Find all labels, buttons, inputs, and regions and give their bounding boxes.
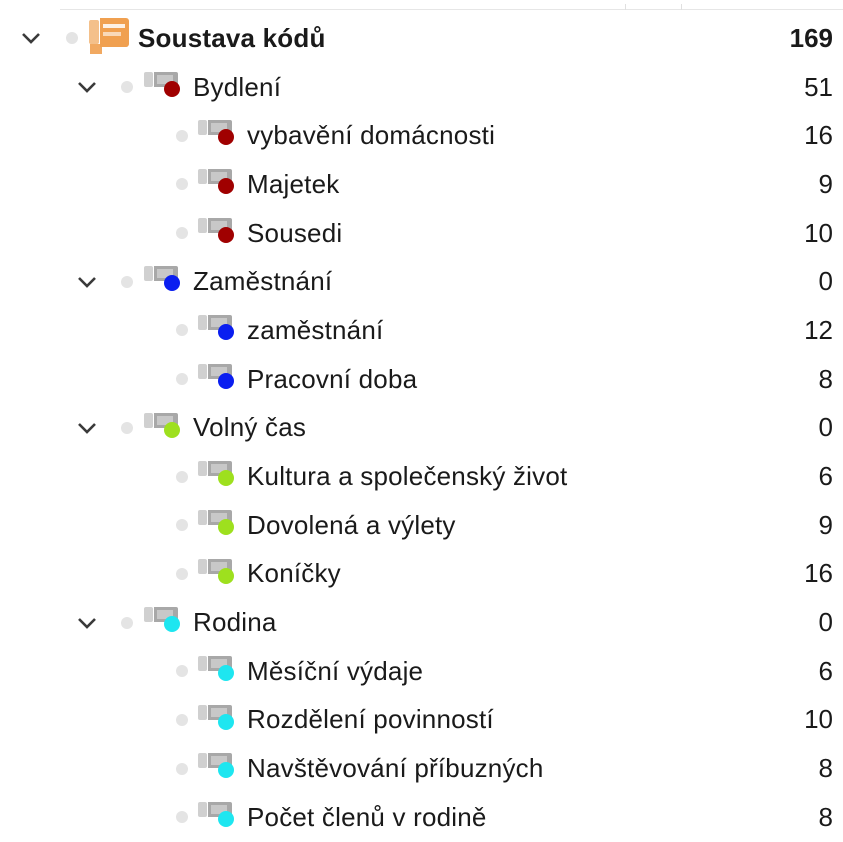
code-count: 9: [818, 168, 833, 199]
code-count: 8: [818, 363, 833, 394]
code-count: 12: [804, 314, 833, 345]
activation-dot-icon[interactable]: [176, 129, 188, 142]
code-tag-icon: [196, 702, 234, 730]
code-count: 0: [818, 266, 833, 297]
tree-item-subcode[interactable]: vybavění domácnosti 16: [0, 111, 843, 160]
code-tree: Soustava kódů 169 Bydlení 51 vybavění domácn…: [0, 14, 843, 842]
code-count: 8: [818, 801, 833, 832]
activation-dot-icon[interactable]: [176, 470, 188, 483]
column-divider: [681, 4, 682, 10]
code-count: 0: [818, 607, 833, 638]
code-tag-icon: [196, 750, 234, 779]
subcode-label: vybavění domácnosti: [247, 120, 496, 151]
chevron-down-icon[interactable]: [20, 27, 42, 49]
chevron-down-icon[interactable]: [76, 417, 98, 439]
activation-dot-icon[interactable]: [121, 275, 133, 288]
tree-item-subcode[interactable]: Majetek 9: [0, 160, 843, 209]
chevron-down-icon[interactable]: [76, 612, 98, 634]
subcode-label: Pracovní doba: [247, 363, 418, 394]
code-tag-icon: [142, 410, 180, 438]
tree-item-subcode[interactable]: zaměstnání 12: [0, 306, 843, 355]
code-count: 10: [804, 704, 833, 735]
header-divider: [60, 4, 843, 10]
subcode-label: Měsíční výdaje: [247, 655, 424, 686]
tree-item-subcode[interactable]: Měsíční výdaje 6: [0, 647, 843, 696]
code-label: Volný čas: [193, 412, 307, 443]
subcode-label: Majetek: [247, 168, 340, 199]
code-tag-icon: [196, 653, 234, 681]
activation-dot-icon[interactable]: [176, 373, 188, 386]
activation-dot-icon[interactable]: [66, 32, 78, 45]
code-count: 16: [804, 558, 833, 589]
code-system-label: Soustava kódů: [138, 22, 326, 53]
activation-dot-icon[interactable]: [176, 324, 188, 337]
code-count: 10: [804, 217, 833, 248]
code-count: 6: [818, 655, 833, 686]
subcode-label: Rozdělení povinností: [247, 704, 494, 735]
subcode-label: zaměstnání: [247, 314, 384, 345]
tree-item-subcode[interactable]: Kultura a společenský život 6: [0, 452, 843, 501]
tree-item-group[interactable]: Volný čas 0: [0, 404, 843, 453]
code-tag-icon: [196, 507, 234, 535]
code-tag-icon: [196, 458, 234, 487]
code-count: 0: [818, 412, 833, 443]
subcode-label: Navštěvování příbuzných: [247, 753, 544, 784]
subcode-label: Počet členů v rodině: [247, 801, 487, 832]
code-tag-icon: [196, 361, 234, 389]
subcode-label: Dovolená a výlety: [247, 509, 456, 540]
code-tag-icon: [196, 166, 234, 195]
tree-item-group[interactable]: Bydlení 51: [0, 63, 843, 112]
code-tag-icon: [196, 556, 234, 584]
code-system-icon: [86, 16, 129, 54]
code-tag-icon: [196, 312, 234, 341]
code-tag-icon: [196, 117, 234, 146]
code-tag-icon: [142, 69, 180, 97]
tree-item-group[interactable]: Zaměstnání 0: [0, 257, 843, 306]
code-label: Rodina: [193, 607, 277, 638]
activation-dot-icon[interactable]: [176, 227, 188, 240]
code-count: 51: [804, 71, 833, 102]
activation-dot-icon[interactable]: [176, 519, 188, 532]
code-label: Bydlení: [193, 71, 282, 102]
tree-item-subcode[interactable]: Koníčky 16: [0, 550, 843, 599]
subcode-label: Sousedi: [247, 217, 343, 248]
activation-dot-icon[interactable]: [176, 811, 188, 824]
activation-dot-icon[interactable]: [176, 178, 188, 191]
activation-dot-icon[interactable]: [176, 713, 188, 726]
tree-item-group[interactable]: Rodina 0: [0, 598, 843, 647]
activation-dot-icon[interactable]: [176, 665, 188, 678]
code-count: 16: [804, 120, 833, 151]
tree-item-subcode[interactable]: Počet členů v rodině 8: [0, 793, 843, 842]
subcode-label: Kultura a společenský život: [247, 461, 568, 492]
chevron-down-icon[interactable]: [76, 271, 98, 293]
tree-item-subcode[interactable]: Dovolená a výlety 9: [0, 501, 843, 550]
code-count: 9: [818, 509, 833, 540]
tree-item-subcode[interactable]: Rozdělení povinností 10: [0, 696, 843, 745]
tree-item-subcode[interactable]: Sousedi 10: [0, 209, 843, 258]
code-count: 6: [818, 461, 833, 492]
chevron-down-icon[interactable]: [76, 76, 98, 98]
code-label: Zaměstnání: [193, 266, 333, 297]
subcode-label: Koníčky: [247, 558, 341, 589]
code-tag-icon: [142, 604, 180, 633]
code-tag-icon: [142, 263, 180, 292]
activation-dot-icon[interactable]: [121, 81, 133, 94]
code-count: 8: [818, 753, 833, 784]
code-tag-icon: [196, 215, 234, 243]
column-divider: [625, 4, 626, 10]
activation-dot-icon[interactable]: [176, 567, 188, 580]
code-count: 169: [789, 22, 833, 53]
activation-dot-icon[interactable]: [176, 762, 188, 775]
code-tag-icon: [196, 799, 234, 827]
activation-dot-icon[interactable]: [121, 421, 133, 434]
tree-item-subcode[interactable]: Pracovní doba 8: [0, 355, 843, 404]
tree-item-root[interactable]: Soustava kódů 169: [0, 14, 843, 63]
tree-item-subcode[interactable]: Navštěvování příbuzných 8: [0, 744, 843, 793]
activation-dot-icon[interactable]: [121, 616, 133, 629]
